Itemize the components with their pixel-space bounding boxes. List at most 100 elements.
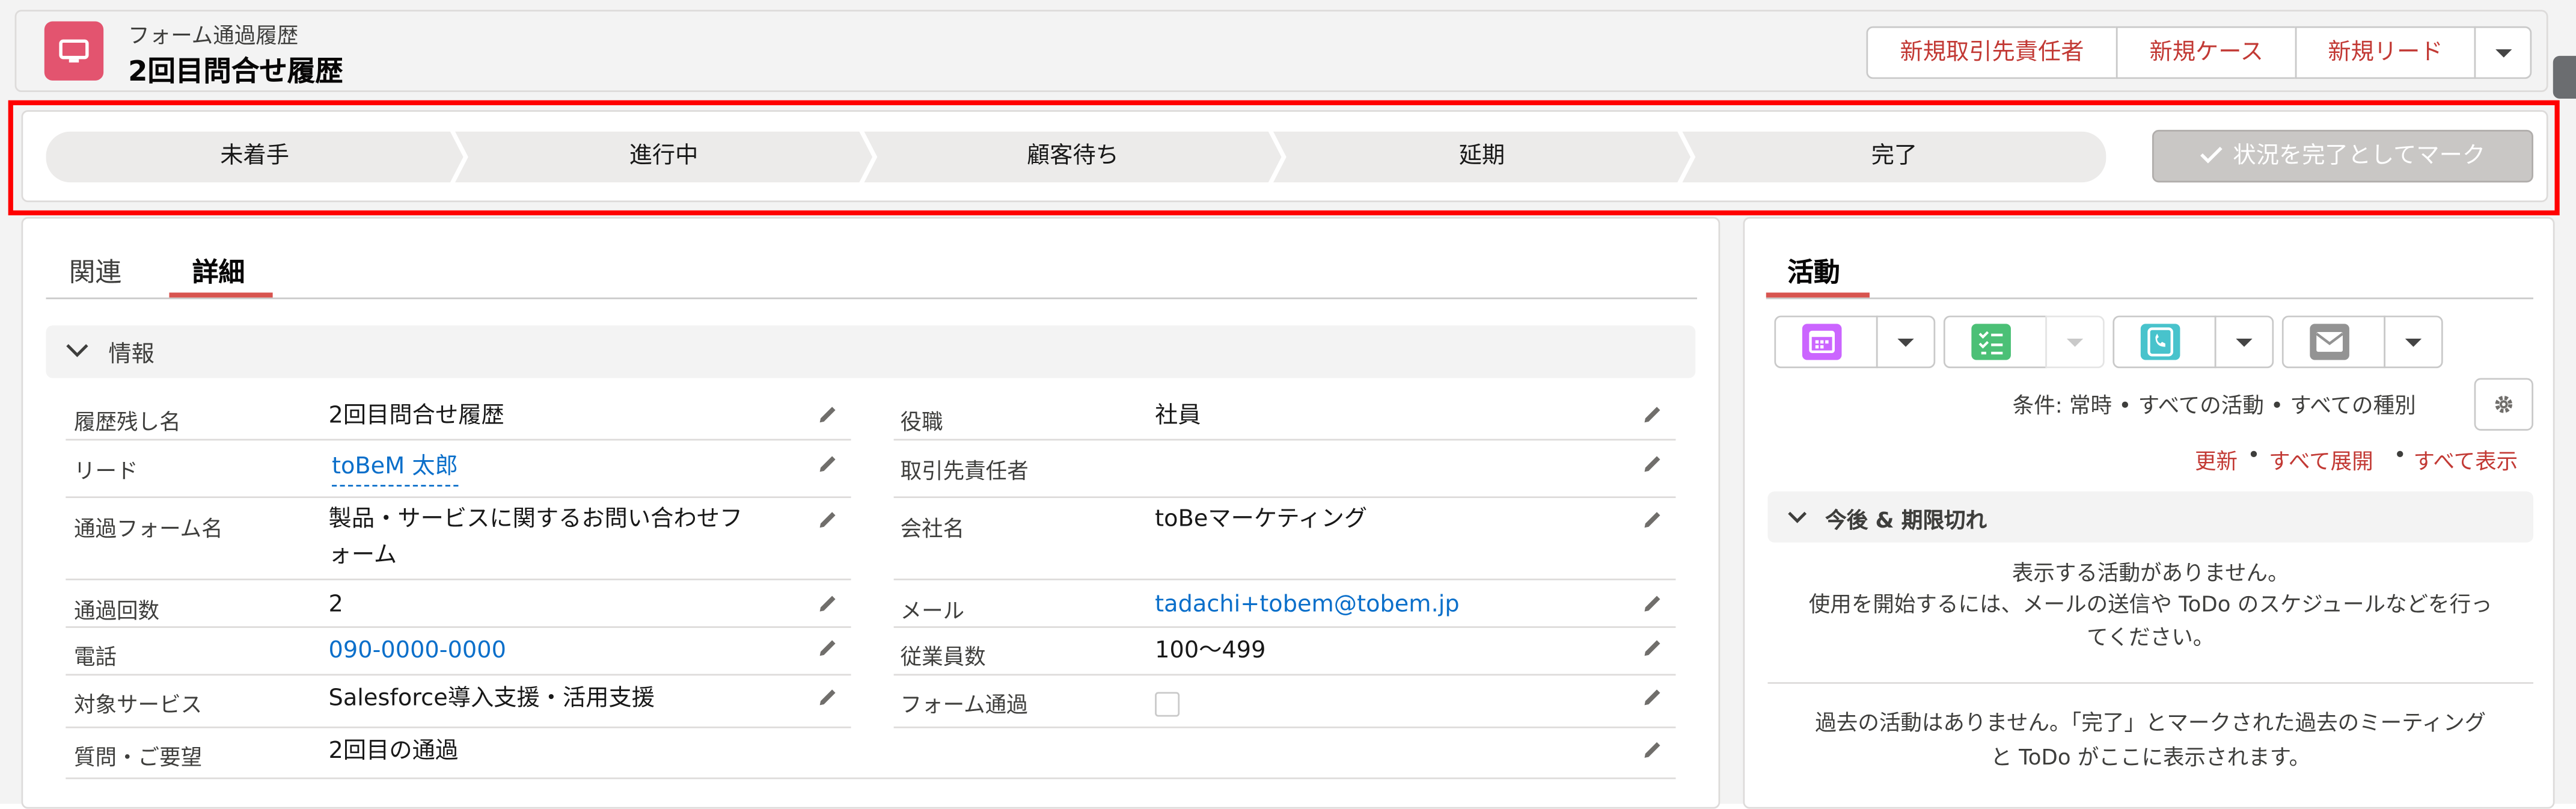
- chevron-down-icon: [1897, 338, 1914, 347]
- past-activity-message: と ToDo がここに表示されます。: [1990, 746, 2311, 771]
- send-email-button[interactable]: [2281, 315, 2386, 369]
- field-label: 対象サービス: [73, 694, 203, 719]
- field-label: 履歴残し名: [73, 411, 181, 436]
- pencil-icon[interactable]: [816, 508, 839, 531]
- monitor-icon: [44, 21, 104, 81]
- record-title: 2回目問合せ履歴: [128, 55, 343, 89]
- field-label: メール: [900, 600, 965, 625]
- send-email-menu[interactable]: [2384, 315, 2443, 369]
- highlight-outline: [8, 100, 2560, 215]
- log-call-button[interactable]: [2113, 315, 2217, 369]
- field-divider: [66, 438, 851, 441]
- log-call-menu[interactable]: [2214, 315, 2274, 369]
- chevron-down-icon: [2066, 338, 2084, 347]
- refresh-link[interactable]: 更新: [2195, 444, 2238, 475]
- task-icon: [1971, 324, 2011, 360]
- pencil-icon[interactable]: [1641, 403, 1664, 426]
- tab-detail[interactable]: 詳細: [192, 250, 245, 289]
- field-value: 社員: [1155, 402, 1201, 429]
- more-actions-button[interactable]: [2474, 26, 2532, 79]
- field-value: Salesforce導入支援・活用支援: [328, 685, 655, 712]
- field-label: 電話: [73, 645, 117, 671]
- field-label: 通過フォーム名: [73, 517, 223, 543]
- field-value: 2回目問合せ履歴: [328, 402, 504, 429]
- chevron-down-icon: [2494, 49, 2512, 58]
- separator-dot: •: [2393, 443, 2406, 469]
- field-value: 製品・サービスに関するお問い合わせフ: [328, 506, 743, 533]
- pencil-icon[interactable]: [1641, 452, 1664, 475]
- form-pass-checkbox[interactable]: [1155, 692, 1180, 717]
- field-divider: [66, 674, 851, 676]
- field-value: 2回目の通過: [328, 738, 459, 764]
- field-label: 質問・ご要望: [73, 746, 203, 771]
- expand-all-link[interactable]: すべて展開: [2269, 444, 2373, 475]
- empty-activity-message: 表示する活動がありません。: [2012, 562, 2289, 587]
- pencil-icon[interactable]: [1641, 738, 1664, 761]
- field-divider: [66, 777, 1676, 780]
- field-label: 通過回数: [73, 600, 160, 625]
- field-divider: [66, 626, 851, 628]
- activity-settings-button[interactable]: [2474, 378, 2533, 431]
- pencil-icon[interactable]: [1641, 508, 1664, 531]
- tab-activity[interactable]: 活動: [1787, 250, 1840, 289]
- chevron-down-icon: [66, 344, 88, 357]
- tab-divider: [46, 297, 1697, 300]
- detail-card: [21, 217, 1721, 809]
- pencil-icon[interactable]: [816, 592, 839, 615]
- section-header[interactable]: [46, 325, 1696, 378]
- new-task-button[interactable]: [1943, 315, 2048, 369]
- phone-icon: [2140, 324, 2180, 360]
- active-tab-indicator: [169, 292, 273, 298]
- pencil-icon[interactable]: [816, 686, 839, 709]
- field-value: ォーム: [328, 542, 397, 569]
- field-divider: [66, 578, 851, 580]
- field-label: 役職: [900, 411, 943, 436]
- side-panel-toggle[interactable]: [2553, 55, 2576, 99]
- new-task-menu[interactable]: [2045, 315, 2105, 369]
- empty-activity-message: てください。: [2087, 626, 2215, 651]
- field-divider: [893, 674, 1676, 676]
- new-event-menu[interactable]: [1876, 315, 1936, 369]
- field-value: 100〜499: [1155, 638, 1266, 665]
- field-label: 従業員数: [900, 645, 986, 671]
- tab-related[interactable]: 関連: [69, 250, 121, 289]
- new-lead-button[interactable]: 新規リード: [2295, 26, 2476, 79]
- field-label: フォーム通過: [900, 694, 1028, 719]
- section-title: 情報: [108, 342, 154, 369]
- phone-link[interactable]: 090-0000-0000: [329, 635, 506, 669]
- activity-divider: [1767, 682, 2533, 684]
- activity-filter-text: 条件: 常時 • すべての活動 • すべての種別: [2012, 394, 2416, 419]
- pencil-icon[interactable]: [816, 452, 839, 475]
- field-divider: [893, 578, 1676, 580]
- field-divider: [893, 726, 1676, 728]
- upcoming-section-title: 今後 & 期限切れ: [1825, 509, 1987, 535]
- field-label: 会社名: [900, 517, 965, 543]
- field-value: 2: [328, 591, 343, 618]
- new-event-button[interactable]: [1774, 315, 1878, 369]
- separator-dot: •: [2247, 443, 2260, 469]
- pencil-icon[interactable]: [816, 403, 839, 426]
- pencil-icon[interactable]: [1641, 686, 1664, 709]
- lead-link[interactable]: toBeM 太郎: [332, 451, 458, 487]
- new-contact-button[interactable]: 新規取引先責任者: [1866, 26, 2118, 79]
- pencil-icon[interactable]: [816, 636, 839, 659]
- field-divider: [66, 726, 851, 728]
- pencil-icon[interactable]: [1641, 636, 1664, 659]
- chevron-down-icon: [2405, 338, 2422, 347]
- tab-divider: [1766, 297, 2533, 300]
- object-label: フォーム通過履歴: [128, 24, 299, 49]
- active-tab-indicator: [1766, 292, 1870, 298]
- email-link[interactable]: tadachi+tobem@tobem.jp: [1155, 588, 1460, 623]
- show-all-link[interactable]: すべて表示: [2413, 444, 2518, 475]
- field-divider: [893, 496, 1676, 499]
- new-case-button[interactable]: 新規ケース: [2116, 26, 2297, 79]
- field-value: toBeマーケティング: [1155, 506, 1368, 533]
- chevron-down-icon: [1788, 511, 1807, 523]
- past-activity-message: 過去の活動はありません。「完了」とマークされた過去のミーティング: [1815, 712, 2486, 737]
- field-divider: [893, 626, 1676, 628]
- field-divider: [66, 496, 851, 499]
- email-icon: [2310, 324, 2349, 360]
- pencil-icon[interactable]: [1641, 592, 1664, 615]
- gear-icon: [2495, 396, 2512, 413]
- empty-activity-message: 使用を開始するには、メールの送信や ToDo のスケジュールなどを行っ: [1808, 593, 2492, 618]
